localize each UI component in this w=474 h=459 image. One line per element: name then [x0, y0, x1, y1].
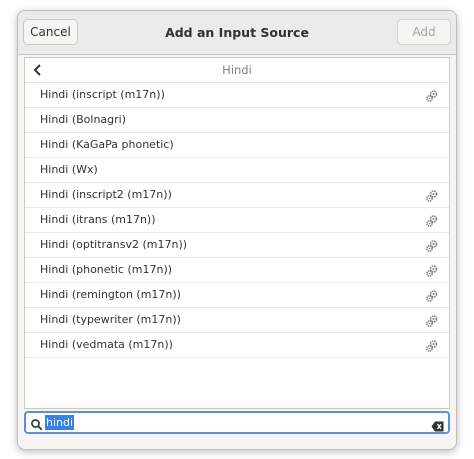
input-source-list: Hindi Hindi (inscript (m17n)) Hindi (Boln… — [24, 57, 450, 409]
list-item[interactable]: Hindi (typewriter (m17n)) — [25, 308, 449, 333]
gears-icon — [425, 213, 439, 227]
list-item[interactable]: Hindi (optitransv2 (m17n)) — [25, 233, 449, 258]
list-item[interactable]: Hindi (itrans (m17n)) — [25, 208, 449, 233]
header-bar: Add an Input Source Cancel Add — [18, 11, 456, 55]
gears-icon — [425, 288, 439, 302]
list-rows: Hindi (inscript (m17n)) Hindi (Bolnagri) H… — [25, 83, 449, 358]
list-item[interactable]: Hindi (phonetic (m17n)) — [25, 258, 449, 283]
list-item-label: Hindi (remington (m17n)) — [40, 288, 181, 301]
list-item-label: Hindi (phonetic (m17n)) — [40, 263, 173, 276]
list-item-label: Hindi (KaGaPa phonetic) — [40, 138, 174, 151]
list-item-label: Hindi (Wx) — [40, 163, 98, 176]
dialog-title: Add an Input Source — [165, 25, 309, 40]
list-header-title: Hindi — [222, 63, 252, 77]
cancel-button[interactable]: Cancel — [23, 19, 78, 45]
list-item-label: Hindi (inscript (m17n)) — [40, 88, 165, 101]
list-item-label: Hindi (itrans (m17n)) — [40, 213, 156, 226]
gears-icon — [425, 88, 439, 102]
list-item[interactable]: Hindi (inscript (m17n)) — [25, 83, 449, 108]
list-item[interactable]: Hindi (inscript2 (m17n)) — [25, 183, 449, 208]
add-input-source-dialog: Add an Input Source Cancel Add Hindi Hin… — [17, 10, 457, 450]
list-item[interactable]: Hindi (KaGaPa phonetic) — [25, 133, 449, 158]
list-item[interactable]: Hindi (Bolnagri) — [25, 108, 449, 133]
gears-icon — [425, 338, 439, 352]
list-item-label: Hindi (optitransv2 (m17n)) — [40, 238, 188, 251]
gears-icon — [425, 238, 439, 252]
search-input[interactable]: hindi — [45, 415, 75, 430]
list-item-label: Hindi (inscript2 (m17n)) — [40, 188, 172, 201]
clear-text-icon[interactable] — [431, 417, 444, 432]
list-item-label: Hindi (vedmata (m17n)) — [40, 338, 173, 351]
gears-icon — [425, 263, 439, 277]
list-item[interactable]: Hindi (Wx) — [25, 158, 449, 183]
list-item[interactable]: Hindi (vedmata (m17n)) — [25, 333, 449, 358]
add-button[interactable]: Add — [397, 19, 451, 45]
list-header: Hindi — [25, 58, 449, 83]
gears-icon — [425, 188, 439, 202]
search-icon — [30, 416, 43, 431]
list-item[interactable]: Hindi (remington (m17n)) — [25, 283, 449, 308]
list-item-label: Hindi (typewriter (m17n)) — [40, 313, 181, 326]
gears-icon — [425, 313, 439, 327]
search-entry[interactable]: hindi — [24, 411, 450, 434]
list-item-label: Hindi (Bolnagri) — [40, 113, 127, 126]
